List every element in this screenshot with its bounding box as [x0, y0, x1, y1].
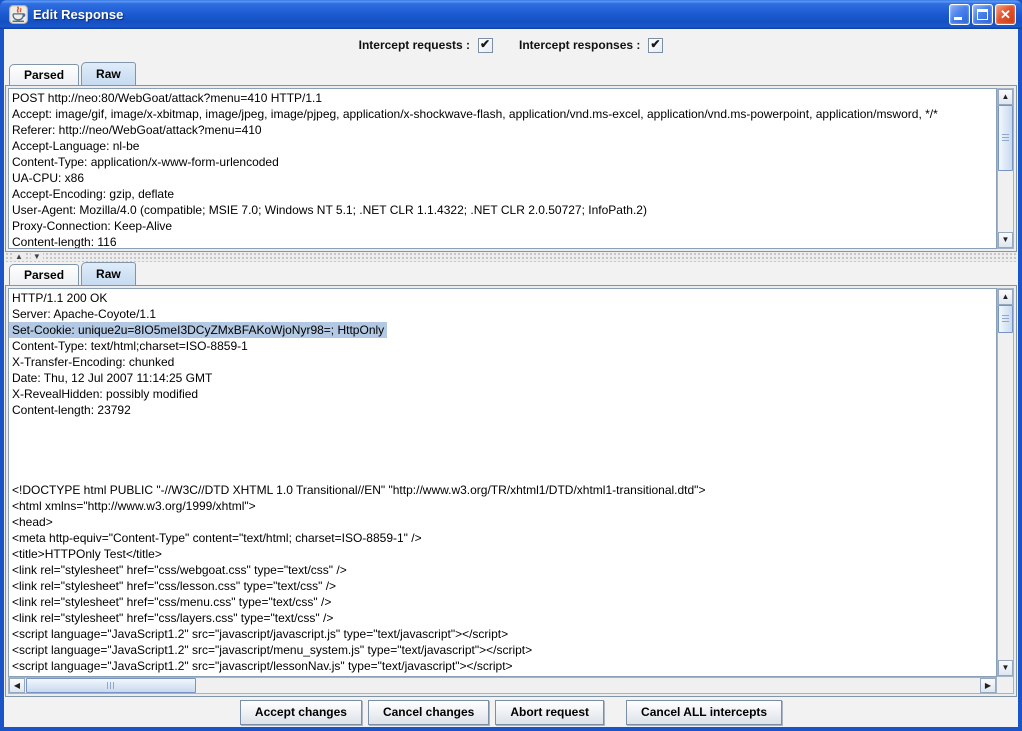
request-tab-raw[interactable]: Raw: [81, 62, 136, 85]
code-line: <script language="JavaScript1.2" src="ja…: [12, 642, 996, 658]
scroll-left-icon[interactable]: ◀: [9, 678, 25, 693]
response-tab-raw[interactable]: Raw: [81, 262, 136, 285]
code-line: <script language="JavaScript1.2" src="ja…: [12, 658, 996, 674]
code-line: Accept-Language: nl-be: [12, 138, 996, 154]
code-line: [12, 450, 996, 466]
collapse-down-icon[interactable]: ▼: [31, 253, 43, 261]
code-line: HTTP/1.1 200 OK: [12, 290, 996, 306]
code-line: X-Transfer-Encoding: chunked: [12, 354, 996, 370]
response-tab-parsed[interactable]: Parsed: [9, 264, 79, 285]
abort-request-button[interactable]: Abort request: [495, 700, 604, 725]
code-line: Accept-Encoding: gzip, deflate: [12, 186, 996, 202]
java-app-icon: [9, 5, 28, 24]
scrollbar-corner: [997, 677, 1014, 694]
response-tabs: Parsed Raw: [5, 262, 1017, 285]
request-tabs: Parsed Raw: [5, 62, 1017, 85]
close-icon: ✕: [996, 5, 1015, 24]
code-line: <script language="JavaScript1.2" src="ja…: [12, 626, 996, 642]
code-line: <meta http-equiv="Content-Type" content=…: [12, 530, 996, 546]
code-line: <html xmlns="http://www.w3.org/1999/xhtm…: [12, 498, 996, 514]
intercept-requests-label: Intercept requests :: [359, 38, 470, 52]
code-line: Content-Type: application/x-www-form-url…: [12, 154, 996, 170]
request-tabpane: Parsed Raw POST http://neo:80/WebGoat/at…: [5, 62, 1017, 252]
titlebar[interactable]: Edit Response ✕: [0, 0, 1022, 29]
cancel-all-intercepts-button[interactable]: Cancel ALL intercepts: [626, 700, 782, 725]
dialog-content: Intercept requests : ✔ Intercept respons…: [4, 29, 1018, 727]
code-line: <!DOCTYPE html PUBLIC "-//W3C//DTD XHTML…: [12, 482, 996, 498]
intercept-responses-checkbox[interactable]: ✔: [648, 38, 663, 53]
response-horizontal-scrollbar[interactable]: ◀ ▶: [8, 677, 997, 694]
code-line: <link rel="stylesheet" href="css/layers.…: [12, 610, 996, 626]
response-vscrollbar-thumb[interactable]: [998, 305, 1013, 333]
code-line: <title>HTTPOnly Test</title>: [12, 546, 996, 562]
code-line: [12, 466, 996, 482]
intercept-bar: Intercept requests : ✔ Intercept respons…: [4, 29, 1018, 61]
code-line: Content-length: 23792: [12, 402, 996, 418]
code-line: Server: Apache-Coyote/1.1: [12, 306, 996, 322]
scroll-down-icon[interactable]: ▼: [998, 232, 1013, 248]
highlighted-code-line: Set-Cookie: unique2u=8IO5meI3DCyZMxBFAKo…: [9, 322, 387, 338]
scroll-right-icon[interactable]: ▶: [980, 678, 996, 693]
request-tab-parsed[interactable]: Parsed: [9, 64, 79, 85]
response-tabpane: Parsed Raw HTTP/1.1 200 OKServer: Apache…: [5, 262, 1017, 697]
scroll-up-icon[interactable]: ▲: [998, 89, 1013, 105]
window-title: Edit Response: [33, 7, 949, 22]
scroll-down-icon[interactable]: ▼: [998, 660, 1013, 676]
footer-button-bar: Accept changes Cancel changes Abort requ…: [4, 697, 1018, 727]
code-line: Proxy-Connection: Keep-Alive: [12, 218, 996, 234]
checkmark-icon: ✔: [650, 37, 660, 51]
code-line: X-RevealHidden: possibly modified: [12, 386, 996, 402]
code-line: Referer: http://neo/WebGoat/attack?menu=…: [12, 122, 996, 138]
intercept-requests-checkbox[interactable]: ✔: [478, 38, 493, 53]
response-raw-textarea[interactable]: HTTP/1.1 200 OKServer: Apache-Coyote/1.1…: [8, 288, 997, 677]
code-line: UA-CPU: x86: [12, 170, 996, 186]
response-vertical-scrollbar[interactable]: ▲ ▼: [997, 288, 1014, 677]
code-line: POST http://neo:80/WebGoat/attack?menu=4…: [12, 90, 996, 106]
intercept-responses-label: Intercept responses :: [519, 38, 640, 52]
edit-response-window: Edit Response ✕ Intercept requests : ✔ I…: [0, 0, 1022, 731]
code-line: Date: Thu, 12 Jul 2007 11:14:25 GMT: [12, 370, 996, 386]
cancel-changes-button[interactable]: Cancel changes: [368, 700, 489, 725]
code-line: User-Agent: Mozilla/4.0 (compatible; MSI…: [12, 202, 996, 218]
split-divider[interactable]: ▲ ▼: [5, 252, 1017, 262]
minimize-icon: [954, 17, 962, 20]
code-line: [12, 418, 996, 434]
checkmark-icon: ✔: [480, 37, 490, 51]
maximize-button[interactable]: [972, 4, 993, 25]
maximize-icon: [977, 9, 988, 20]
code-line: Content-Type: text/html;charset=ISO-8859…: [12, 338, 996, 354]
scroll-up-icon[interactable]: ▲: [998, 289, 1013, 305]
code-line: <link rel="stylesheet" href="css/menu.cs…: [12, 594, 996, 610]
response-tab-content: HTTP/1.1 200 OKServer: Apache-Coyote/1.1…: [5, 285, 1017, 697]
request-scrollbar-thumb[interactable]: [998, 105, 1013, 171]
code-line: <head>: [12, 514, 996, 530]
minimize-button[interactable]: [949, 4, 970, 25]
close-button[interactable]: ✕: [995, 4, 1016, 25]
code-line: [12, 434, 996, 450]
collapse-up-icon[interactable]: ▲: [13, 253, 25, 261]
code-line: Accept: image/gif, image/x-xbitmap, imag…: [12, 106, 996, 122]
request-vertical-scrollbar[interactable]: ▲ ▼: [997, 88, 1014, 249]
request-tab-content: POST http://neo:80/WebGoat/attack?menu=4…: [5, 85, 1017, 252]
response-hscrollbar-thumb[interactable]: [26, 678, 196, 693]
code-line: <link rel="stylesheet" href="css/webgoat…: [12, 562, 996, 578]
code-line: Content-length: 116: [12, 234, 996, 249]
request-raw-textarea[interactable]: POST http://neo:80/WebGoat/attack?menu=4…: [8, 88, 997, 249]
code-line: <link rel="stylesheet" href="css/lesson.…: [12, 578, 996, 594]
accept-changes-button[interactable]: Accept changes: [240, 700, 362, 725]
